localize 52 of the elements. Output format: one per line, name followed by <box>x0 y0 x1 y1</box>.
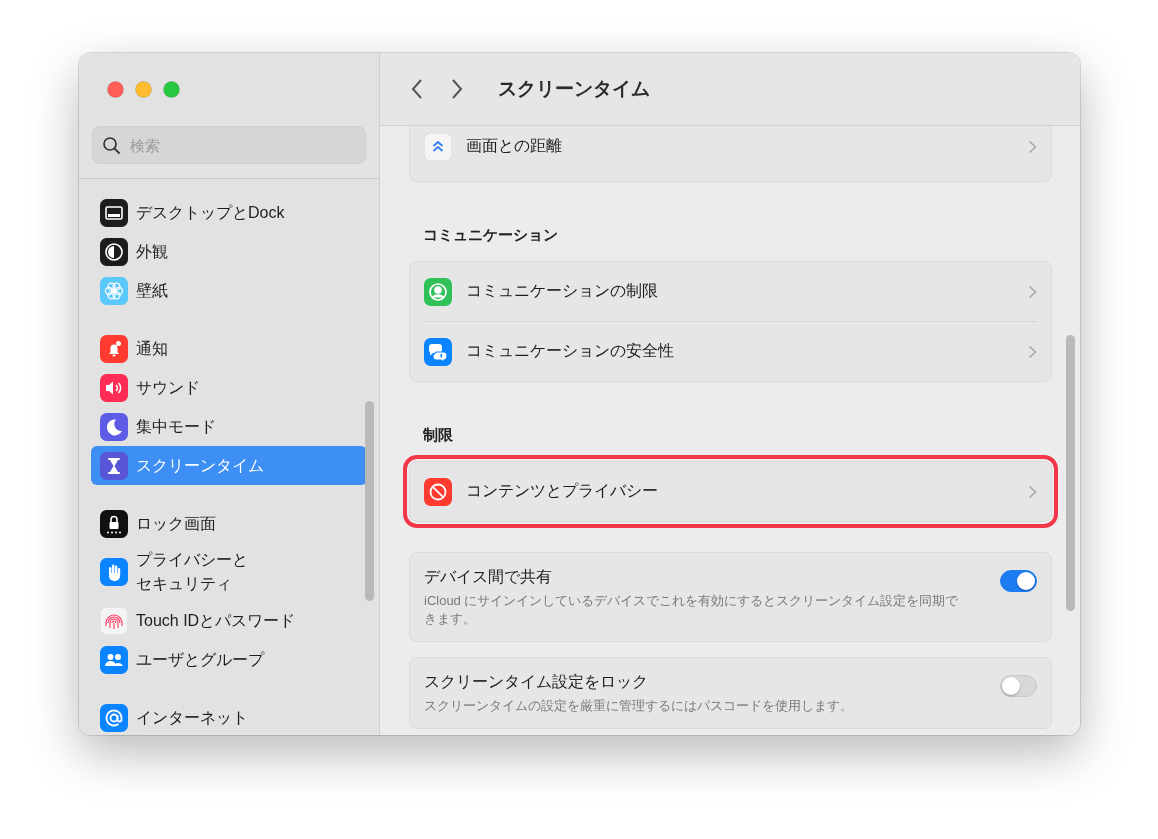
flower-icon <box>100 276 128 305</box>
setting-description: スクリーンタイムの設定を厳重に管理するにはパスコードを使用します。 <box>424 697 854 715</box>
setting-title: スクリーンタイム設定をロック <box>424 672 649 692</box>
search-icon <box>102 136 121 155</box>
window-title: スクリーンタイム <box>498 77 650 101</box>
settings-row[interactable]: コミュニケーションの制限 <box>424 262 1037 321</box>
chevrons-up-icon <box>424 132 452 161</box>
sidebar-item[interactable]: 通知 <box>91 329 367 368</box>
back-button[interactable] <box>410 78 424 100</box>
display-icon <box>100 198 128 227</box>
moon-icon <box>100 412 128 441</box>
sidebar-item[interactable]: 外観 <box>91 232 367 271</box>
setting-title: デバイス間で共有 <box>424 567 553 587</box>
chevron-right-icon <box>1028 484 1037 499</box>
zoom-button[interactable] <box>163 81 180 98</box>
prohibited-icon <box>424 477 452 506</box>
close-button[interactable] <box>107 81 124 98</box>
scrollbar-thumb[interactable] <box>1066 335 1075 611</box>
sidebar-item[interactable]: 集中モード <box>91 407 367 446</box>
toggle-switch[interactable] <box>1000 570 1037 592</box>
settings-row[interactable]: 画面との距離 <box>424 126 1037 181</box>
speaker-icon <box>100 373 128 402</box>
person-icon <box>424 277 452 306</box>
chevron-right-icon <box>1028 139 1037 154</box>
scrollbar-thumb[interactable] <box>365 401 374 601</box>
section-heading: 制限 <box>422 426 454 445</box>
people-icon <box>100 645 128 674</box>
toggle-switch[interactable] <box>1000 675 1037 697</box>
bell-icon <box>100 334 128 363</box>
settings-row[interactable]: コミュニケーションの安全性 <box>424 321 1037 381</box>
chevron-right-icon <box>1028 344 1037 359</box>
fingerprint-icon <box>100 606 128 635</box>
sidebar-item[interactable]: ロック画面 <box>91 504 367 543</box>
sidebar-item[interactable]: ユーザとグループ <box>91 640 367 679</box>
chat-bubbles-icon <box>424 337 452 366</box>
sidebar-item[interactable]: デスクトップとDock <box>91 193 367 232</box>
at-sign-icon <box>100 703 128 732</box>
sidebar-item[interactable]: 壁紙 <box>91 271 367 310</box>
search-field[interactable]: 検索 <box>92 126 366 164</box>
setting-description: iCloud にサインインしているデバイスでこれを有効にするとスクリーンタイム設定を同期できます。 <box>424 592 960 628</box>
sidebar-item[interactable]: インターネット <box>91 698 367 735</box>
chevron-right-icon <box>1028 284 1037 299</box>
lock-icon <box>100 509 128 538</box>
hand-icon <box>100 558 128 586</box>
section-heading: コミュニケーション <box>422 226 559 245</box>
sidebar-item[interactable]: プライバシーとセキュリティ <box>91 543 367 601</box>
forward-button[interactable] <box>450 78 464 100</box>
sidebar-item[interactable]: サウンド <box>91 368 367 407</box>
settings-row[interactable]: コンテンツとプライバシー <box>424 462 1037 521</box>
hourglass-icon <box>100 451 128 480</box>
minimize-button[interactable] <box>135 81 152 98</box>
sidebar-item[interactable]: Touch IDとパスワード <box>91 601 367 640</box>
